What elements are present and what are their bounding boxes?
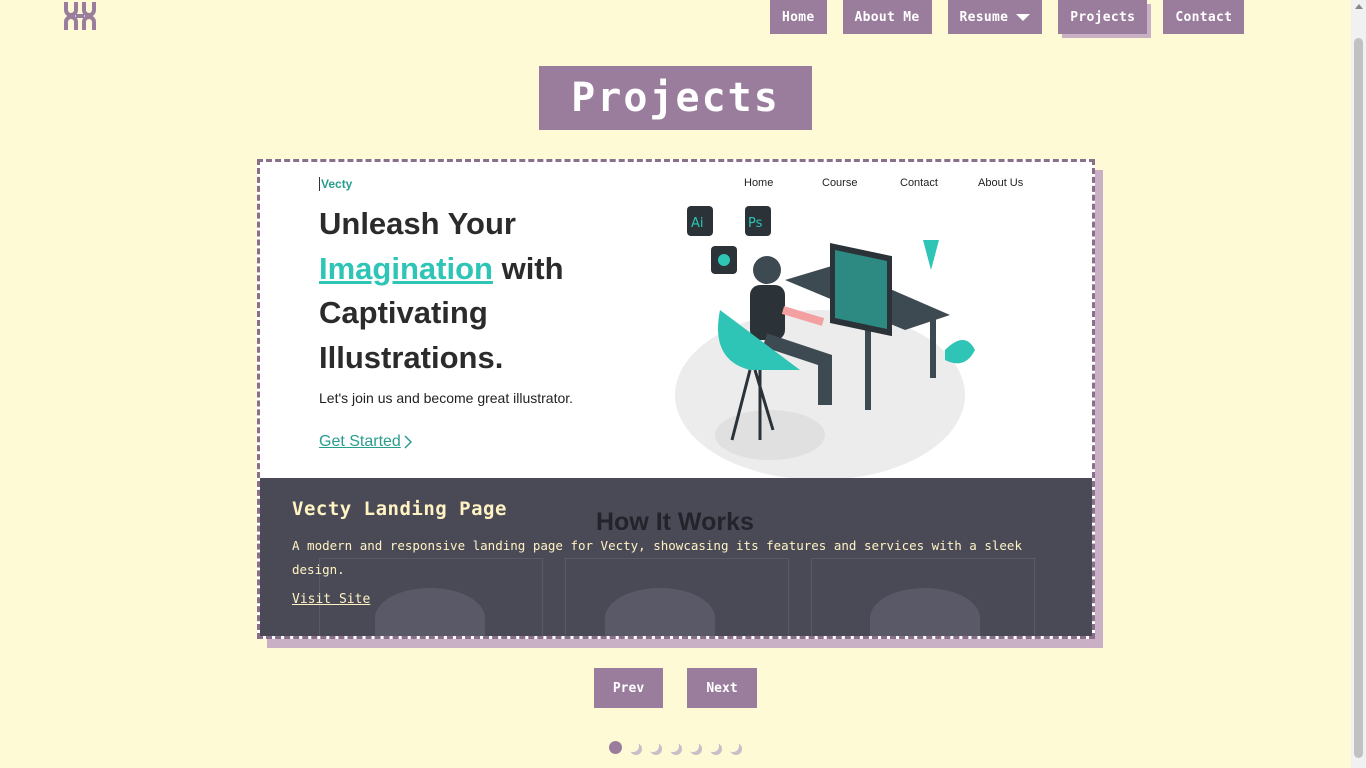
pagination-dot[interactable]: [630, 743, 642, 755]
project-title: Vecty Landing Page: [292, 498, 507, 520]
preview-heading: Unleash Your Imagination with Captivatin…: [319, 202, 639, 380]
pagination-dot[interactable]: [650, 743, 662, 755]
preview-brand: Vecty: [319, 177, 353, 191]
nav-label: Contact: [1175, 9, 1233, 25]
caret-down-icon: [1016, 13, 1031, 21]
preview-heading-part: Unleash Your: [319, 206, 516, 241]
nav-projects-button[interactable]: Projects: [1058, 0, 1148, 34]
preview-section-heading: How It Works: [596, 508, 754, 536]
carousel-pagination: [609, 739, 742, 755]
pagination-dot-active[interactable]: [609, 740, 622, 754]
site-logo[interactable]: [62, 0, 98, 32]
preview-nav-item: About Us: [978, 177, 1024, 189]
scroll-up-arrow-icon[interactable]: [1355, 4, 1363, 9]
nav-home-button[interactable]: Home: [770, 0, 827, 34]
prev-button[interactable]: Prev: [594, 668, 663, 708]
preview-nav-item: Home: [744, 177, 774, 189]
main-nav: Home About Me Resume Projects Contact: [770, 0, 1245, 34]
pagination-dot[interactable]: [670, 743, 682, 755]
page-title: Projects: [539, 66, 812, 130]
pagination-dot[interactable]: [690, 743, 702, 755]
preview-subtext: Let's join us and become great illustrat…: [319, 390, 574, 406]
nav-resume-dropdown[interactable]: Resume: [947, 0, 1043, 34]
svg-text:Ps: Ps: [748, 216, 763, 231]
project-preview-image: Vecty Home Course Contact About Us Unlea…: [260, 162, 1092, 480]
svg-text:Ai: Ai: [691, 216, 704, 231]
nav-label: About Me: [854, 9, 920, 25]
scroll-thumb[interactable]: [1354, 38, 1363, 758]
nav-contact-button[interactable]: Contact: [1163, 0, 1245, 34]
page-scrollbar[interactable]: [1351, 0, 1366, 768]
nav-label: Home: [782, 9, 815, 25]
nav-about-button[interactable]: About Me: [842, 0, 932, 34]
next-button[interactable]: Next: [687, 668, 757, 708]
preview-heading-highlight: Imagination: [319, 250, 493, 286]
nav-label: Projects: [1070, 9, 1136, 25]
visit-site-link[interactable]: Visit Site: [292, 592, 370, 607]
preview-nav-item: Contact: [900, 177, 938, 189]
preview-cta: Get Started: [319, 433, 412, 451]
preview-cta-label: Get Started: [319, 433, 401, 450]
chevron-right-icon: [404, 435, 412, 449]
project-description: A modern and responsive landing page for…: [292, 538, 1022, 577]
preview-nav-item: Course: [822, 177, 858, 189]
project-card[interactable]: Vecty Home Course Contact About Us Unlea…: [257, 159, 1095, 639]
project-info-overlay: How It Works Vecty Landing Page A modern…: [260, 478, 1092, 636]
pagination-dot[interactable]: [710, 743, 722, 755]
pagination-dot[interactable]: [730, 743, 742, 755]
nav-label: Resume: [959, 9, 1009, 25]
preview-nav: Home Course Contact About Us: [744, 177, 1056, 189]
designer-illustration-icon: Ai Ps: [675, 206, 975, 480]
